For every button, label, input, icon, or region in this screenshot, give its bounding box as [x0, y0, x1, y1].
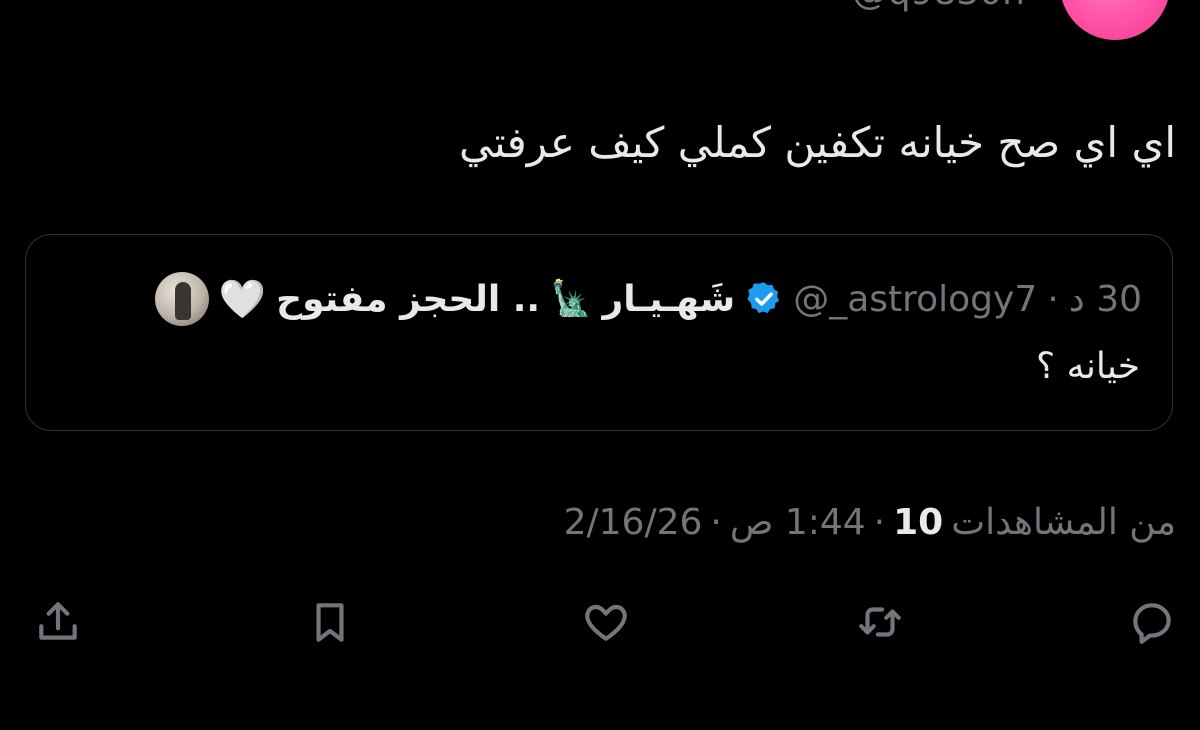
quoted-tweet-text: خيانه ؟	[1036, 346, 1140, 387]
tweet-time[interactable]: 1:44 ص	[730, 502, 866, 543]
bookmark-icon	[316, 603, 344, 642]
tweet-author-handle[interactable]: @q9830h	[852, 0, 1025, 13]
views-label: من المشاهدات	[951, 502, 1176, 543]
quoted-tweet-header: 30 د · @_astrology7 شَهـيـار 🗽 .. الحجز …	[149, 271, 1142, 327]
views-count: 10	[893, 502, 944, 543]
verified-badge-icon	[747, 282, 780, 314]
tweet-date[interactable]: 2/16/26	[564, 502, 703, 543]
separator-dot: ·	[873, 502, 886, 543]
bookmark-button[interactable]	[302, 594, 358, 650]
quoted-tweet-card[interactable]	[25, 234, 1173, 431]
reply-icon	[1133, 603, 1171, 644]
tweet-action-bar	[0, 594, 1200, 654]
heart-icon	[585, 604, 627, 641]
quoted-author-avatar[interactable]	[154, 272, 209, 326]
retweet-button[interactable]	[852, 594, 908, 650]
separator-dot: ·	[710, 502, 722, 543]
statue-of-liberty-icon: 🗽	[550, 279, 593, 319]
share-button[interactable]	[30, 594, 86, 650]
quoted-author-handle: @_astrology7	[793, 278, 1038, 320]
quoted-author-name-suffix: .. الحجز مفتوح	[276, 278, 541, 320]
like-button[interactable]	[578, 594, 634, 650]
quoted-author-name: شَهـيـار	[602, 278, 736, 320]
tweet-text: اي اي صح خيانه تكفين كملي كيف عرفتي	[458, 118, 1176, 167]
share-icon	[39, 602, 77, 640]
reply-button[interactable]	[1124, 594, 1180, 650]
tweet-author-avatar[interactable]	[1060, 0, 1170, 40]
separator-dot: ·	[1047, 278, 1059, 320]
quoted-tweet-time[interactable]: 30 د	[1069, 279, 1142, 320]
retweet-icon	[859, 607, 901, 637]
white-heart-icon: 🤍	[218, 277, 267, 321]
tweet-meta: 2/16/26 · 1:44 ص · 10 من المشاهدات	[564, 502, 1176, 543]
